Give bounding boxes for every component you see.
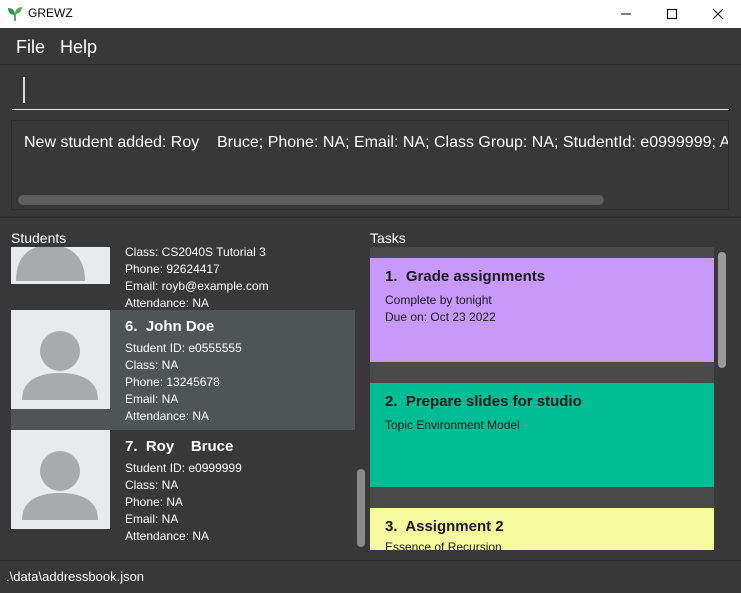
task-card[interactable]: 3. Assignment 2 Essence of Recursion xyxy=(370,508,714,550)
command-box[interactable] xyxy=(12,73,729,110)
person-avatar-icon xyxy=(22,331,98,400)
student-email: Email: NA xyxy=(125,392,179,406)
person-avatar-icon xyxy=(22,451,98,520)
students-panel-title: Students xyxy=(11,230,67,246)
student-id: Student ID: e0999999 xyxy=(125,461,242,475)
close-button[interactable] xyxy=(695,0,741,28)
horizontal-scrollbar[interactable] xyxy=(18,195,604,205)
task-due-date: Due on: Oct 23 2022 xyxy=(385,310,496,324)
minimize-button[interactable] xyxy=(603,0,649,28)
students-scrollbar[interactable] xyxy=(357,469,365,547)
leaf-icon xyxy=(8,7,22,21)
title-bar: GREWZ xyxy=(0,0,741,28)
task-description: Complete by tonight xyxy=(385,293,492,307)
menu-help[interactable]: Help xyxy=(60,37,97,58)
task-description: Topic Environment Model xyxy=(385,418,520,432)
minimize-icon xyxy=(621,13,631,15)
student-card[interactable]: Class: CS2040S Tutorial 3 Phone: 9262441… xyxy=(11,247,355,310)
avatar xyxy=(11,247,110,284)
avatar xyxy=(11,310,110,409)
section-divider xyxy=(0,216,741,218)
student-phone: Phone: NA xyxy=(125,495,184,509)
maximize-icon xyxy=(667,9,677,19)
task-description: Essence of Recursion xyxy=(385,540,502,550)
person-avatar-icon xyxy=(16,247,85,281)
task-title: 1. Grade assignments xyxy=(385,268,546,285)
student-phone: Phone: 13245678 xyxy=(125,375,220,389)
task-title: 2. Prepare slides for studio xyxy=(385,393,582,410)
tasks-list[interactable]: 1. Grade assignments Complete by tonight… xyxy=(370,247,714,550)
status-bar: .\data\addressbook.json xyxy=(0,560,741,593)
maximize-button[interactable] xyxy=(649,0,695,28)
student-phone: Phone: 92624417 xyxy=(125,262,220,276)
command-input[interactable] xyxy=(28,77,708,105)
result-display: New student added: Roy Bruce; Phone: NA;… xyxy=(11,120,729,210)
window-title: GREWZ xyxy=(28,6,73,20)
students-list[interactable]: Class: CS2040S Tutorial 3 Phone: 9262441… xyxy=(11,247,355,550)
task-title: 3. Assignment 2 xyxy=(385,518,504,535)
result-text: New student added: Roy Bruce; Phone: NA;… xyxy=(24,134,728,151)
data-file-path: .\data\addressbook.json xyxy=(6,569,145,584)
avatar xyxy=(11,430,110,529)
close-icon xyxy=(712,8,724,20)
menu-bar: File Help xyxy=(0,28,741,65)
menu-file[interactable]: File xyxy=(16,37,45,58)
tasks-scrollbar[interactable] xyxy=(718,252,726,368)
student-class: Class: NA xyxy=(125,358,179,372)
student-email: Email: royb@example.com xyxy=(125,279,269,293)
student-attendance: Attendance: NA xyxy=(125,529,210,543)
student-card-john-doe[interactable]: 6. John Doe Student ID: e0555555 Class: … xyxy=(11,310,355,430)
student-attendance: Attendance: NA xyxy=(125,296,210,310)
student-class: Class: CS2040S Tutorial 3 xyxy=(125,247,266,259)
task-card[interactable]: 2. Prepare slides for studio Topic Envir… xyxy=(370,383,714,487)
text-caret xyxy=(23,77,25,103)
student-id: Student ID: e0555555 xyxy=(125,341,242,355)
task-card[interactable]: 1. Grade assignments Complete by tonight… xyxy=(370,258,714,362)
student-class: Class: NA xyxy=(125,478,179,492)
student-name: 6. John Doe xyxy=(125,318,215,335)
student-email: Email: NA xyxy=(125,512,179,526)
tasks-panel-title: Tasks xyxy=(370,230,406,246)
student-card-roy-bruce[interactable]: 7. Roy Bruce Student ID: e0999999 Class:… xyxy=(11,430,355,550)
main-window: File Help New student added: Roy Bruce; … xyxy=(0,28,741,593)
student-attendance: Attendance: NA xyxy=(125,409,210,423)
student-name: 7. Roy Bruce xyxy=(125,438,234,455)
